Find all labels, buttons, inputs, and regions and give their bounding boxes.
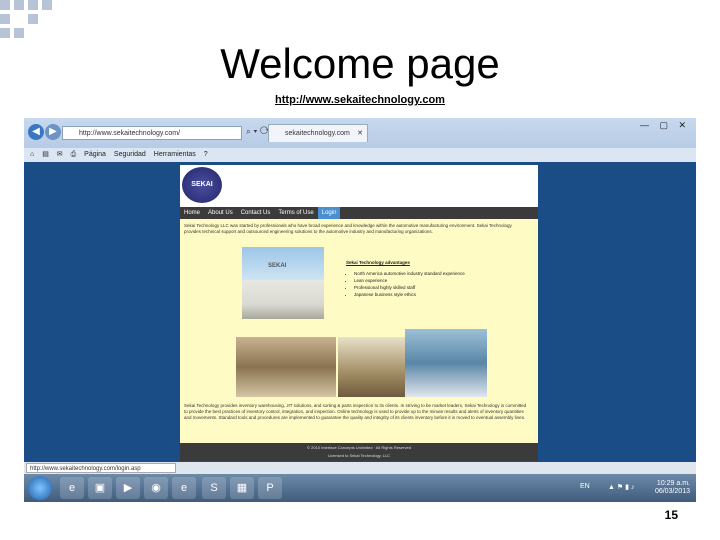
services-text: Sekai Technology provides inventory ware…: [184, 403, 527, 420]
inventory-photo: [338, 337, 412, 397]
status-bar: http://www.sekaitechnology.com/login.asp: [24, 462, 696, 474]
factory-photo: SEKAI: [242, 247, 324, 319]
advantages-heading: Sekai Technology advantages: [346, 260, 410, 265]
chrome-taskbar-icon[interactable]: ◉: [144, 477, 168, 499]
factory-sign: SEKAI: [268, 263, 287, 269]
advantages-box: Sekai Technology advantages North Americ…: [346, 260, 465, 298]
footer-license: Licensed to Sekai Technology, LLC: [327, 453, 391, 458]
tray-icons[interactable]: ▲ ⚑ ▮ ♪: [608, 483, 634, 491]
address-bar[interactable]: http://www.sekaitechnology.com/: [62, 126, 242, 140]
site-nav: Home About Us Contact Us Terms of Use Lo…: [180, 207, 538, 219]
home-icon[interactable]: ⌂: [30, 151, 34, 158]
intro-text: Sekai Technology LLC was started by prof…: [184, 223, 512, 234]
tab-title: sekaitechnology.com: [285, 130, 350, 137]
inspection-photo: [405, 329, 487, 397]
mail-icon[interactable]: ✉: [57, 151, 63, 158]
security-menu[interactable]: Seguridad: [114, 151, 146, 158]
powerpoint-taskbar-icon[interactable]: P: [258, 477, 282, 499]
ie-taskbar-icon[interactable]: e: [60, 477, 84, 499]
page-number: 15: [664, 508, 678, 522]
nav-terms-of-use[interactable]: Terms of Use: [274, 207, 317, 219]
footer-copyright: © 2010 Interface Concepts Unlimited · Al…: [307, 445, 411, 450]
windows-taskbar: e ▣ ▶ ◉ e S ▦ P EN ▲ ⚑ ▮ ♪ 10:29 a.m. 06…: [24, 474, 696, 502]
media-taskbar-icon[interactable]: ▶: [116, 477, 140, 499]
advantage-item: North America automotive industry standa…: [354, 270, 465, 277]
nav-about-us[interactable]: About Us: [204, 207, 237, 219]
site-footer: © 2010 Interface Concepts Unlimited · Al…: [180, 443, 538, 461]
advantage-item: Japanese business style ethics: [354, 291, 465, 298]
status-url: http://www.sekaitechnology.com/login.asp: [26, 463, 176, 473]
page-menu[interactable]: Página: [84, 151, 106, 158]
nav-contact-us[interactable]: Contact Us: [237, 207, 275, 219]
forward-icon[interactable]: ▶: [45, 124, 61, 140]
slide-title: Welcome page: [220, 40, 500, 87]
sekai-logo[interactable]: SEKAI: [182, 167, 222, 203]
window-controls[interactable]: — ▢ ✕: [640, 120, 690, 131]
nav-login[interactable]: Login: [317, 207, 341, 219]
print-icon[interactable]: ⎙: [71, 151, 77, 158]
folder-taskbar-icon[interactable]: ▣: [88, 477, 112, 499]
ie-active-taskbar-icon[interactable]: e: [172, 477, 196, 499]
warehouse-photo: [236, 337, 336, 397]
language-indicator[interactable]: EN: [580, 483, 590, 490]
clock-date: 06/03/2013: [654, 488, 690, 495]
slide-url-link[interactable]: http://www.sekaitechnology.com: [0, 94, 720, 106]
help-icon[interactable]: ?: [204, 151, 208, 158]
clock[interactable]: 10:29 a.m. 06/03/2013: [655, 480, 690, 496]
start-button-icon[interactable]: [28, 476, 52, 500]
close-tab-icon[interactable]: ✕: [357, 125, 363, 143]
clock-time: 10:29 a.m.: [656, 480, 690, 487]
nav-home[interactable]: Home: [180, 207, 204, 219]
advantage-item: Lean experience: [354, 277, 465, 284]
browser-titlebar: ◀ ▶ http://www.sekaitechnology.com/ ⌕ ▾ …: [24, 118, 696, 148]
tools-menu[interactable]: Herramientas: [154, 151, 196, 158]
feeds-icon[interactable]: ▤: [42, 151, 49, 158]
command-bar: ⌂ ▤ ✉ ⎙ Página Seguridad Herramientas ?: [24, 148, 696, 162]
skype-taskbar-icon[interactable]: S: [202, 477, 226, 499]
browser-screenshot: ◀ ▶ http://www.sekaitechnology.com/ ⌕ ▾ …: [24, 118, 696, 502]
office-taskbar-icon[interactable]: ▦: [230, 477, 254, 499]
website-page: SEKAI Home About Us Contact Us Terms of …: [180, 165, 538, 461]
advantage-item: Professional highly skilled staff: [354, 284, 465, 291]
browser-tab[interactable]: sekaitechnology.com ✕: [268, 124, 368, 142]
site-header: SEKAI: [180, 165, 538, 207]
back-icon[interactable]: ◀: [28, 124, 44, 140]
